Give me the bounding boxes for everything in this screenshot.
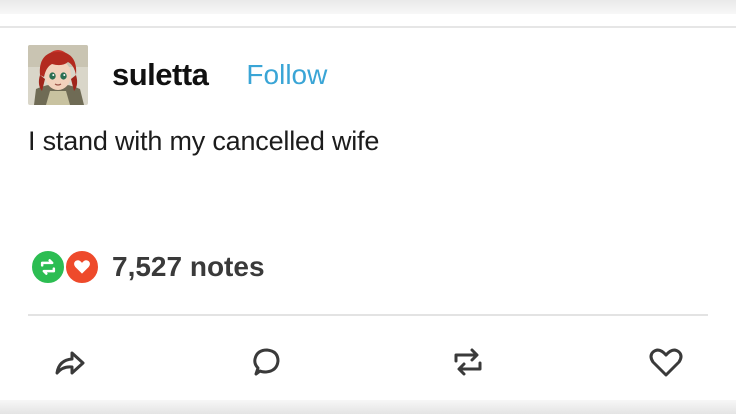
share-button[interactable]	[50, 344, 90, 384]
heart-outline-icon	[647, 344, 685, 385]
note-badges	[30, 249, 104, 285]
top-divider	[0, 26, 736, 28]
tumblr-post-screenshot: suletta Follow I stand with my cancelled…	[0, 0, 736, 414]
reply-button[interactable]	[246, 344, 286, 384]
notes-row[interactable]: 7,527 notes	[30, 248, 265, 286]
post-header: suletta Follow	[28, 44, 327, 106]
notes-count[interactable]: 7,527 notes	[112, 251, 265, 283]
footer-divider	[28, 314, 708, 316]
like-button[interactable]	[646, 344, 686, 384]
avatar[interactable]	[28, 45, 88, 105]
post-text: I stand with my cancelled wife	[28, 126, 380, 156]
username[interactable]: suletta	[112, 57, 209, 93]
heart-icon	[64, 249, 100, 285]
share-arrow-icon	[52, 344, 88, 385]
speech-bubble-icon	[248, 344, 284, 385]
top-edge-strip	[0, 0, 736, 14]
reblog-icon	[30, 249, 66, 285]
reblog-button[interactable]	[448, 344, 488, 384]
reblog-icon	[449, 344, 487, 385]
follow-button[interactable]: Follow	[246, 59, 327, 91]
bottom-edge-strip	[0, 400, 736, 414]
